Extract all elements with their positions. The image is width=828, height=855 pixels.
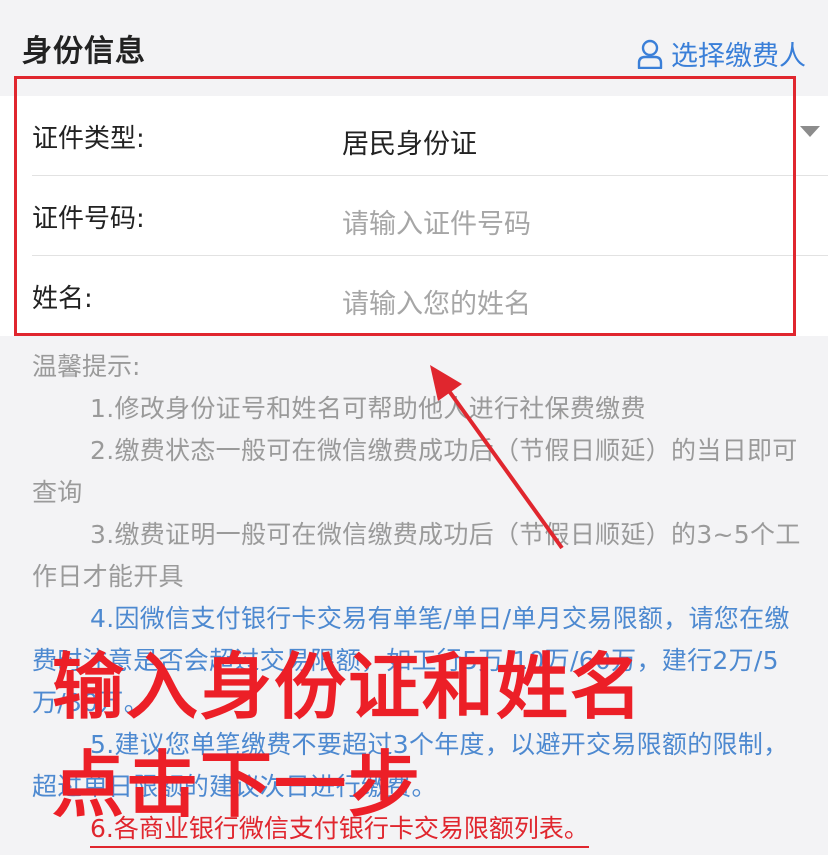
id-number-row[interactable]: 证件号码: 请输入证件号码 (0, 176, 828, 256)
id-number-label: 证件号码: (32, 204, 145, 234)
name-input[interactable]: 请输入您的姓名 (342, 282, 531, 321)
id-type-row[interactable]: 证件类型: 居民身份证 (0, 96, 828, 176)
tip-item: 2.缴费状态一般可在微信缴费成功后（节假日顺延）的当日即可查询 (32, 436, 798, 507)
overlay-caption-line1: 输入身份证和姓名 (52, 645, 645, 729)
id-number-input[interactable]: 请输入证件号码 (342, 202, 531, 241)
identity-form: 证件类型: 居民身份证 证件号码: 请输入证件号码 姓名: 请输入您的姓名 (0, 96, 828, 336)
tip-item: 1.修改身份证号和姓名可帮助他人进行社保费缴费 (90, 394, 646, 423)
name-label: 姓名: (32, 284, 93, 314)
name-row[interactable]: 姓名: 请输入您的姓名 (0, 256, 828, 336)
chevron-down-icon[interactable] (800, 126, 820, 137)
tip-item: 3.缴费证明一般可在微信缴费成功后（节假日顺延）的3~5个工作日才能开具 (32, 520, 801, 591)
id-type-label: 证件类型: (32, 124, 145, 154)
section-header: 身份信息 选择缴费人 (0, 0, 828, 96)
select-payer-label: 选择缴费人 (671, 41, 806, 72)
person-icon (637, 39, 663, 69)
section-title: 身份信息 (22, 34, 146, 69)
tips-heading: 温馨提示: (32, 352, 141, 381)
overlay-caption-line2: 点击下一步 (52, 743, 423, 827)
select-payer-button[interactable]: 选择缴费人 (637, 34, 806, 73)
id-type-select[interactable]: 居民身份证 (342, 122, 477, 161)
